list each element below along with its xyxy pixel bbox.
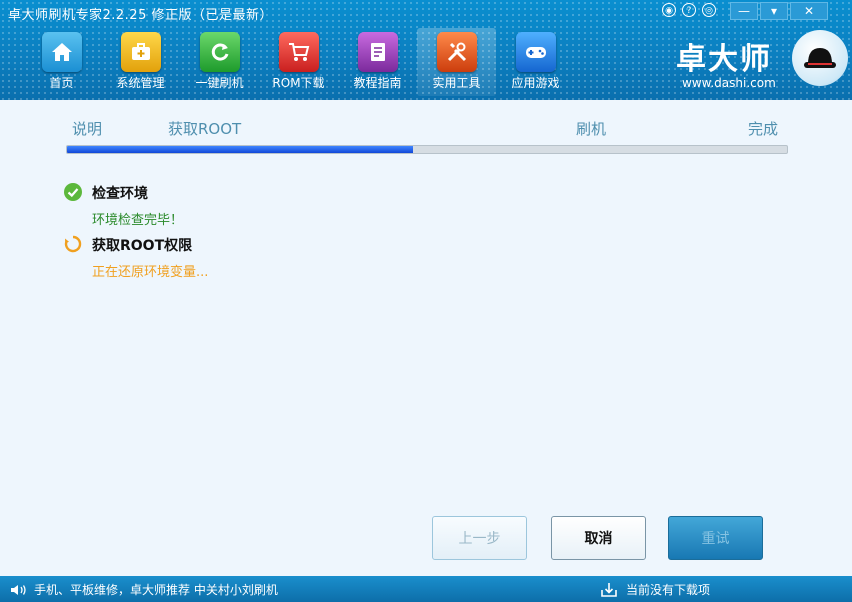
gamepad-icon [515,32,556,72]
task-name: 检查环境 [92,186,148,202]
home-icon [41,32,82,72]
minimize-button[interactable]: — [730,2,758,20]
nav-label: 一键刷机 [195,76,244,90]
weibo-icon[interactable]: ◎ [702,3,716,17]
nav-flash[interactable]: 一键刷机 [180,28,259,96]
step-indicator: 说明 获取ROOT 刷机 完成 [0,118,852,138]
speaker-icon [11,584,26,595]
nav-label: 教程指南 [353,76,402,90]
download-icon [601,582,617,597]
task-status-text: 正在还原环境变量... [92,265,209,280]
step-complete: 完成 [748,120,779,138]
main-nav: 首页 系统管理 一键刷机 ROM下载 教程指南 实用工具 应用游戏 [22,28,575,96]
check-circle-icon [64,183,82,201]
progress-fill [67,146,413,153]
nav-label: 系统管理 [116,76,165,90]
nav-label: 应用游戏 [511,76,560,90]
status-right: 当前没有下载项 [600,581,710,598]
tools-icon [436,32,477,72]
menu-dropdown-button[interactable]: ▾ [760,2,788,20]
top-icons: ◉ ? ◎ [662,3,716,17]
refresh-icon [199,32,240,72]
nav-rom[interactable]: ROM下载 [259,28,338,96]
toolbox-icon [120,32,161,72]
cart-icon [278,32,319,72]
cancel-button[interactable]: 取消 [551,516,646,560]
window-title: 卓大师刷机专家2.2.25 修正版（已是最新） [8,8,273,23]
nav-guide[interactable]: 教程指南 [338,28,417,96]
qq-icon[interactable]: ◉ [662,3,676,17]
nav-label: 首页 [49,76,74,90]
header: 卓大师刷机专家2.2.25 修正版（已是最新） ◉ ? ◎ — ▾ ✕ 首页 系… [0,0,852,100]
notebook-icon [357,32,398,72]
step-get-root: 获取ROOT [168,120,242,138]
nav-home[interactable]: 首页 [22,28,101,96]
loading-spinner-icon [64,235,82,253]
nav-system[interactable]: 系统管理 [101,28,180,96]
nav-label: ROM下载 [272,76,325,90]
app-window: 卓大师刷机专家2.2.25 修正版（已是最新） ◉ ? ◎ — ▾ ✕ 首页 系… [0,0,852,602]
brand-url: www.dashi.com [682,76,776,90]
status-bar: 手机、平板维修，卓大师推荐 中关村小刘刷机 当前没有下载项 [0,576,852,602]
task-status-text: 环境检查完毕！ [92,213,184,228]
nav-tools[interactable]: 实用工具 [417,28,496,96]
task-name: 获取ROOT权限 [92,238,193,254]
download-status[interactable]: 当前没有下载项 [626,581,710,598]
step-flash: 刷机 [576,120,607,138]
status-left: 手机、平板维修，卓大师推荐 中关村小刘刷机 [10,581,278,598]
promo-link[interactable]: 手机、平板维修，卓大师推荐 中关村小刘刷机 [34,581,278,598]
step-intro: 说明 [72,120,103,138]
close-button[interactable]: ✕ [790,2,828,20]
hat-mascot-icon [792,30,848,86]
progress-bar [66,145,788,154]
window-controls: — ▾ ✕ [728,2,828,20]
brand-logo: 卓大师 www.dashi.com [676,34,776,90]
prev-step-button[interactable]: 上一步 [432,516,527,560]
brand-name: 卓大师 [676,42,772,77]
nav-games[interactable]: 应用游戏 [496,28,575,96]
help-icon[interactable]: ? [682,3,696,17]
retry-button[interactable]: 重试 [668,516,763,560]
nav-label: 实用工具 [432,76,481,90]
